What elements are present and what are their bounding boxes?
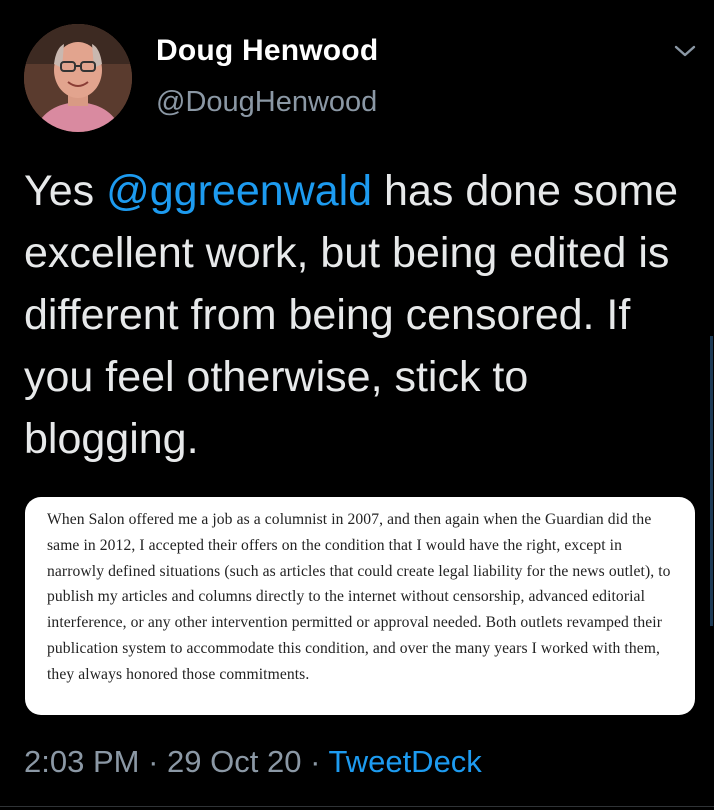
scrollbar[interactable] bbox=[710, 336, 713, 626]
attached-image[interactable]: When Salon offered me a job as a columni… bbox=[25, 497, 695, 715]
tweet-time[interactable]: 2:03 PM bbox=[24, 744, 139, 779]
mention-link[interactable]: @ggreenwald bbox=[106, 167, 372, 215]
tweet-text: Yes @ggreenwald has done some excellent … bbox=[24, 160, 694, 470]
tweet-meta: 2:03 PM · 29 Oct 20 · TweetDeck bbox=[24, 744, 482, 780]
meta-separator: · bbox=[148, 744, 159, 779]
quoted-text: When Salon offered me a job as a columni… bbox=[47, 511, 671, 683]
tweet-text-part: Yes bbox=[24, 167, 107, 215]
profile-photo-icon bbox=[24, 24, 132, 132]
author-handle[interactable]: @DougHenwood bbox=[156, 86, 377, 119]
tweet: Doug Henwood @DougHenwood Yes @ggreenwal… bbox=[0, 0, 714, 810]
avatar[interactable] bbox=[24, 24, 132, 132]
divider bbox=[0, 806, 714, 807]
tweet-source-link[interactable]: TweetDeck bbox=[328, 744, 481, 779]
tweet-date[interactable]: 29 Oct 20 bbox=[167, 744, 301, 779]
author-name[interactable]: Doug Henwood bbox=[156, 34, 378, 68]
chevron-down-icon[interactable] bbox=[672, 40, 698, 62]
meta-separator: · bbox=[310, 744, 321, 779]
